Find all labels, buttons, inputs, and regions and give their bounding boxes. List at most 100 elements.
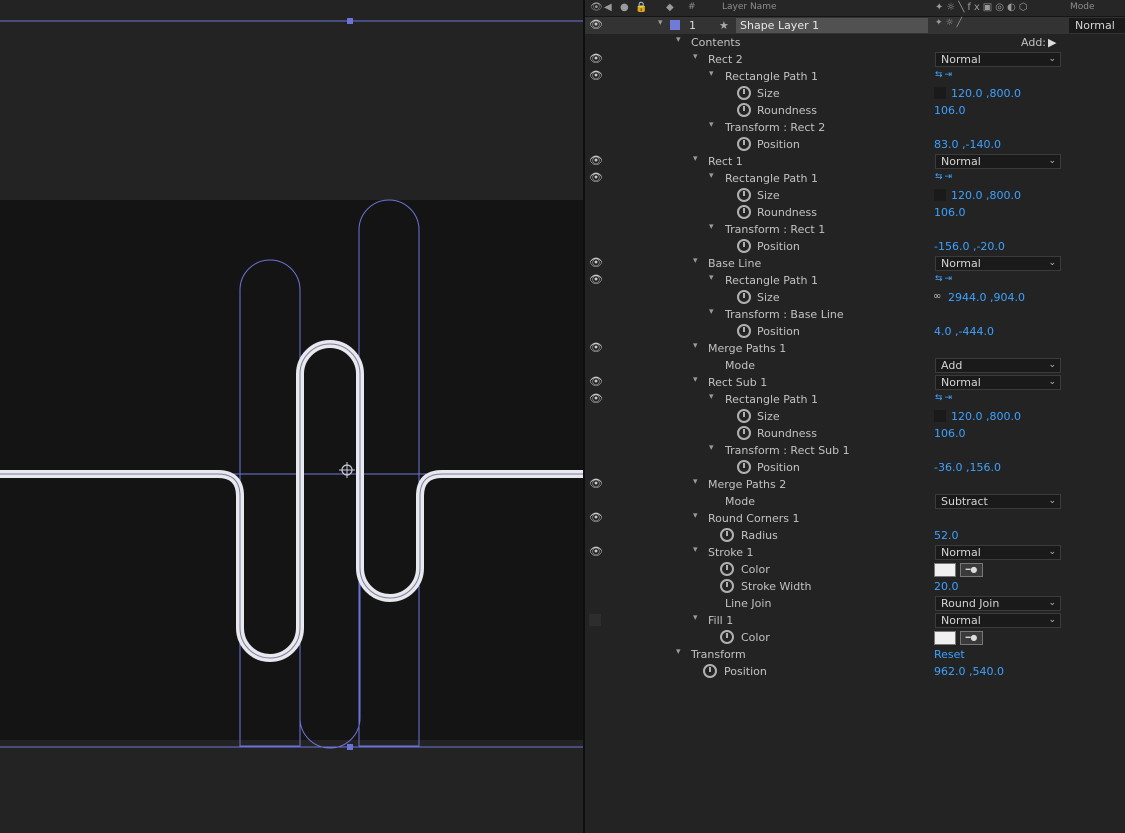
layer-name[interactable]: Shape Layer 1 [736,18,928,33]
layer-row[interactable]: 👁 ▾ 1 ★ Shape Layer 1 ✦☼╱ Normal [585,17,1125,34]
rect-sub-1-blend-dropdown[interactable]: Normal ⌄ [935,375,1061,390]
rect2-blend-dropdown[interactable]: Normal ⌄ [935,52,1061,67]
fill-visibility-toggle[interactable] [589,614,601,626]
video-toggle-icon[interactable]: 👁 [590,2,603,13]
path-direction-icons[interactable]: ⇆⇥ [935,274,954,284]
merge-paths-1-mode-dropdown[interactable]: Add ⌄ [935,358,1061,373]
rect-sub-1-position-row[interactable]: Position -36.0 ,156.0 [585,459,1125,476]
reset-link[interactable]: Reset [934,648,965,661]
rect1-path-row[interactable]: 👁 ▾ Rectangle Path 1 ⇆⇥ [585,170,1125,187]
path-direction-icons[interactable]: ⇆⇥ [935,393,954,403]
stopwatch-icon[interactable] [737,290,751,304]
contents-chevron-icon[interactable]: ▾ [676,35,681,45]
merge-paths-1-mode-row[interactable]: Mode Add ⌄ [585,357,1125,374]
rect-sub-1-visibility-eye-icon[interactable]: 👁 [589,375,603,388]
rect1-blend-dropdown[interactable]: Normal ⌄ [935,154,1061,169]
rect1-position-value[interactable]: -156.0 ,-20.0 [934,240,1005,253]
link-icon[interactable]: ∞ [933,291,941,302]
solo-toggle-icon[interactable]: ● [620,2,629,13]
stopwatch-icon[interactable] [737,324,751,338]
merge-paths-2-mode-row[interactable]: Mode Subtract ⌄ [585,493,1125,510]
fill-group-row[interactable]: ▾ Fill 1 Normal ⌄ [585,612,1125,629]
rect2-chevron-icon[interactable]: ▾ [693,52,698,62]
rect-sub-1-chevron-icon[interactable]: ▾ [693,375,698,385]
layer-switch-icons[interactable]: ✦☼╱ [935,18,965,28]
merge-paths-1-chevron-icon[interactable]: ▾ [693,341,698,351]
layer-transform-row[interactable]: ▾ Transform Reset [585,646,1125,663]
layer-expand-chevron-icon[interactable]: ▾ [658,18,663,28]
rect-sub-1-group-row[interactable]: 👁 ▾ Rect Sub 1 Normal ⌄ [585,374,1125,391]
rect-sub-1-path-row[interactable]: 👁 ▾ Rectangle Path 1 ⇆⇥ [585,391,1125,408]
stroke-chevron-icon[interactable]: ▾ [693,545,698,555]
rect1-size-row[interactable]: Size 120.0 ,800.0 [585,187,1125,204]
rect1-position-row[interactable]: Position -156.0 ,-20.0 [585,238,1125,255]
rect2-transform-row[interactable]: ▾ Transform : Rect 2 [585,119,1125,136]
eyedropper-icon[interactable]: ━● [960,563,983,577]
round-corners-radius-row[interactable]: Radius 52.0 [585,527,1125,544]
line-join-dropdown[interactable]: Round Join ⌄ [935,596,1061,611]
base-line-blend-dropdown[interactable]: Normal ⌄ [935,256,1061,271]
layer-position-value[interactable]: 962.0 ,540.0 [934,665,1004,678]
layer-transform-chevron-icon[interactable]: ▾ [676,647,681,657]
radius-value[interactable]: 52.0 [934,529,959,542]
stopwatch-icon[interactable] [737,86,751,100]
stroke-group-row[interactable]: 👁 ▾ Stroke 1 Normal ⌄ [585,544,1125,561]
rect1-size-value[interactable]: 120.0 ,800.0 [951,189,1021,202]
base-line-visibility-eye-icon[interactable]: 👁 [589,256,603,269]
lock-toggle-icon[interactable]: 🔒 [635,2,647,13]
rect1-visibility-eye-icon[interactable]: 👁 [589,154,603,167]
fill-color-swatch[interactable] [934,631,956,645]
stopwatch-icon[interactable] [720,562,734,576]
rect1-transform-row[interactable]: ▾ Transform : Rect 1 [585,221,1125,238]
rect-sub-1-position-value[interactable]: -36.0 ,156.0 [934,461,1001,474]
constrain-proportions-box[interactable] [934,189,946,201]
constrain-proportions-box[interactable] [934,410,946,422]
rect-sub-1-roundness-value[interactable]: 106.0 [934,427,966,440]
stroke-color-row[interactable]: Color ━● [585,561,1125,578]
merge-paths-2-mode-dropdown[interactable]: Subtract ⌄ [935,494,1061,509]
rect2-path-chevron-icon[interactable]: ▾ [709,69,714,79]
audio-toggle-icon[interactable]: ◀ [604,2,612,13]
composition-viewer[interactable] [0,0,583,833]
stroke-width-row[interactable]: Stroke Width 20.0 [585,578,1125,595]
rect-sub-1-path-eye-icon[interactable]: 👁 [589,392,603,405]
rect2-size-value[interactable]: 120.0 ,800.0 [951,87,1021,100]
rect-sub-1-path-chevron-icon[interactable]: ▾ [709,392,714,402]
stopwatch-icon[interactable] [720,528,734,542]
rect1-group-row[interactable]: 👁 ▾ Rect 1 Normal ⌄ [585,153,1125,170]
rect2-position-row[interactable]: Position 83.0 ,-140.0 [585,136,1125,153]
label-tag-icon[interactable]: ◆ [666,2,674,13]
eyedropper-icon[interactable]: ━● [960,631,983,645]
merge-paths-2-eye-icon[interactable]: 👁 [589,477,603,490]
stopwatch-icon[interactable] [720,630,734,644]
base-line-position-row[interactable]: Position 4.0 ,-444.0 [585,323,1125,340]
rect2-roundness-row[interactable]: Roundness 106.0 [585,102,1125,119]
merge-paths-1-row[interactable]: 👁 ▾ Merge Paths 1 [585,340,1125,357]
stopwatch-icon[interactable] [737,188,751,202]
column-layer-name[interactable]: Layer Name [722,2,777,12]
stopwatch-icon[interactable] [737,239,751,253]
column-mode[interactable]: Mode [1070,2,1095,12]
merge-paths-2-row[interactable]: 👁 ▾ Merge Paths 2 [585,476,1125,493]
stroke-color-swatch[interactable] [934,563,956,577]
fill-blend-dropdown[interactable]: Normal ⌄ [935,613,1061,628]
rect-sub-1-transform-chevron-icon[interactable]: ▾ [709,443,714,453]
round-corners-row[interactable]: 👁 ▾ Round Corners 1 [585,510,1125,527]
rect2-size-row[interactable]: Size 120.0 ,800.0 [585,85,1125,102]
stopwatch-icon[interactable] [737,137,751,151]
fill-color-row[interactable]: Color ━● [585,629,1125,646]
rect2-position-value[interactable]: 83.0 ,-140.0 [934,138,1001,151]
stopwatch-icon[interactable] [703,664,717,678]
base-line-chevron-icon[interactable]: ▾ [693,256,698,266]
path-direction-icons[interactable]: ⇆⇥ [935,70,954,80]
stroke-blend-dropdown[interactable]: Normal ⌄ [935,545,1061,560]
rect2-path-eye-icon[interactable]: 👁 [589,69,603,82]
base-line-transform-row[interactable]: ▾ Transform : Base Line [585,306,1125,323]
line-join-row[interactable]: Line Join Round Join ⌄ [585,595,1125,612]
base-line-size-row[interactable]: Size ∞ 2944.0 ,904.0 [585,289,1125,306]
layer-position-row[interactable]: Position 962.0 ,540.0 [585,663,1125,680]
base-line-size-value[interactable]: 2944.0 ,904.0 [948,291,1025,304]
rect1-transform-chevron-icon[interactable]: ▾ [709,222,714,232]
stopwatch-icon[interactable] [737,460,751,474]
rect1-path-eye-icon[interactable]: 👁 [589,171,603,184]
